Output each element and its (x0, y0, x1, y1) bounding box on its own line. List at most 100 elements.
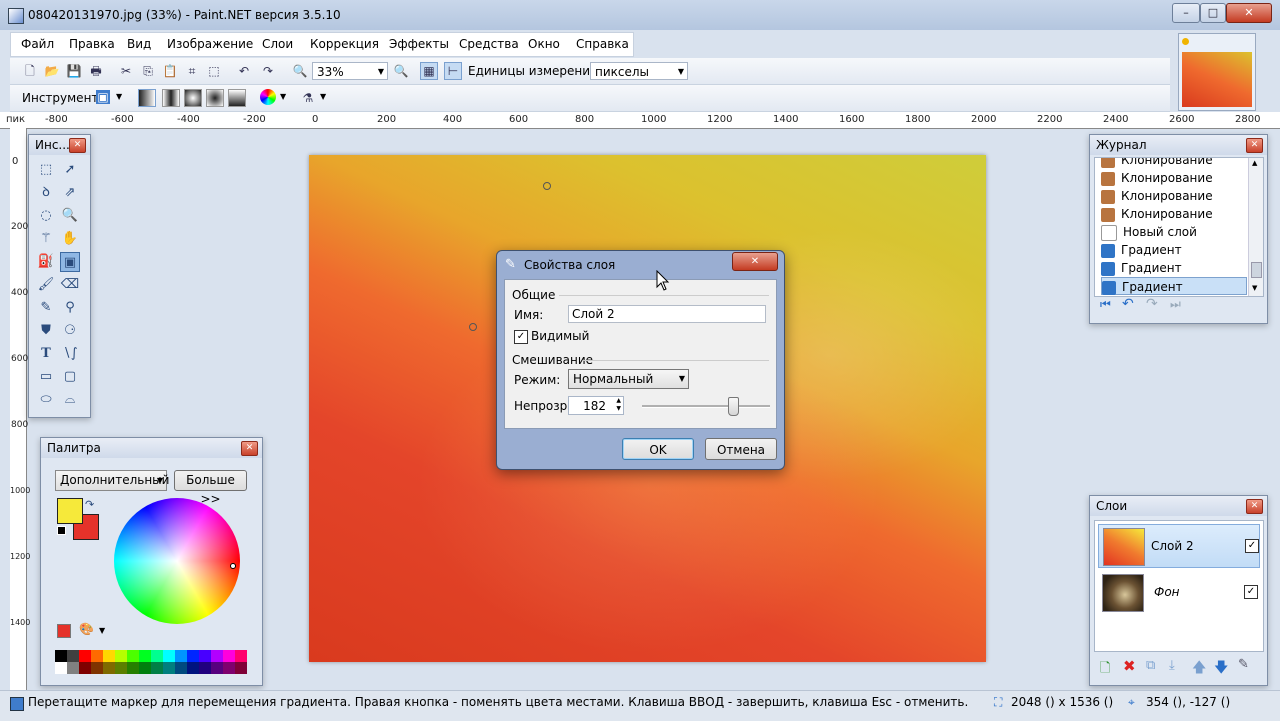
minimize-button[interactable]: – (1172, 3, 1200, 23)
move-up-icon[interactable]: 🡅 (1192, 657, 1206, 681)
palette-swatch[interactable] (235, 662, 247, 674)
rewind-icon[interactable]: ⏮ (1100, 297, 1111, 312)
palette-swatch[interactable] (175, 650, 187, 662)
recolor-icon[interactable]: ⚆ (60, 321, 80, 341)
redo-icon[interactable]: ↷ (1146, 296, 1158, 312)
duplicate-layer-icon[interactable]: ⧉ (1146, 658, 1155, 673)
grid-icon[interactable]: ▦ (420, 62, 438, 80)
opacity-spinner[interactable]: 182 ▲ ▼ (568, 396, 624, 415)
palette-swatch[interactable] (67, 662, 79, 674)
palette-swatch[interactable] (79, 650, 91, 662)
palette-swatch[interactable] (163, 650, 175, 662)
ellipse-select-icon[interactable]: ◌ (36, 206, 56, 226)
copy-icon[interactable]: ⎘ (140, 63, 156, 79)
layer-visible-checkbox[interactable]: ✓ (1244, 585, 1258, 599)
scroll-up-icon[interactable]: ▲ (1252, 159, 1257, 167)
zoom-in-icon[interactable]: 🔍 (393, 63, 409, 79)
gradient-icon[interactable]: ▣ (60, 252, 80, 272)
undo-icon[interactable]: ↶ (1122, 296, 1134, 312)
text-icon[interactable]: T (36, 344, 56, 364)
palette-swatch[interactable] (139, 662, 151, 674)
radial-gradient-icon[interactable] (206, 89, 224, 107)
fast-forward-icon[interactable]: ⏭ (1170, 297, 1181, 312)
history-item[interactable]: Клонирование (1101, 158, 1247, 169)
save-icon[interactable]: 💾 (66, 63, 82, 79)
palette-swatch[interactable] (139, 650, 151, 662)
pencil-icon[interactable]: ✎ (36, 298, 56, 318)
opacity-slider-thumb[interactable] (728, 397, 739, 416)
scroll-down-icon[interactable]: ▼ (1252, 284, 1257, 292)
spinner-arrows-icon[interactable]: ▲ ▼ (616, 397, 621, 413)
reset-colors-icon[interactable] (57, 526, 66, 535)
deselect-icon[interactable]: ⬚ (206, 63, 222, 79)
print-icon[interactable]: 🖶 (88, 63, 104, 79)
merge-down-icon[interactable]: ⤓ (1169, 658, 1175, 673)
menu-effects[interactable]: Эффекты (389, 37, 449, 51)
menu-adjustments[interactable]: Коррекция (310, 37, 379, 51)
menu-layers[interactable]: Слои (262, 37, 293, 51)
rectangle-icon[interactable]: ▭ (36, 367, 56, 387)
menu-edit[interactable]: Правка (69, 37, 115, 51)
magic-wand-icon[interactable]: ⚚ (36, 229, 56, 249)
ok-button[interactable]: OK (622, 438, 694, 460)
zoom-icon[interactable]: 🔍 (60, 206, 80, 226)
chevron-down-icon[interactable]: ▼ (280, 92, 286, 101)
palette-swatch[interactable] (199, 650, 211, 662)
scrollbar-thumb[interactable] (1251, 262, 1262, 278)
palette-swatch[interactable] (91, 662, 103, 674)
rounded-rectangle-icon[interactable]: ▢ (60, 367, 80, 387)
rulers-icon[interactable]: ⊢ (444, 62, 462, 80)
palette-swatch[interactable] (91, 650, 103, 662)
new-file-icon[interactable]: 🗋 (22, 63, 38, 79)
layers-window-header[interactable]: Слои ✕ (1090, 496, 1267, 516)
palette-swatch[interactable] (199, 662, 211, 674)
add-layer-icon[interactable]: 🗋 (1100, 659, 1110, 681)
layer-properties-icon[interactable]: ✎ (1238, 657, 1249, 672)
chevron-down-icon[interactable]: ▼ (116, 92, 122, 101)
palette-swatch[interactable] (235, 650, 247, 662)
close-icon[interactable]: ✕ (732, 252, 778, 271)
palette-swatch[interactable] (67, 650, 79, 662)
palette-swatch[interactable] (211, 662, 223, 674)
color-picker-icon[interactable]: ⚲ (60, 298, 80, 318)
palette-window-header[interactable]: Палитра ✕ (41, 438, 262, 458)
history-item[interactable]: Градиент (1101, 241, 1247, 259)
palette-swatch[interactable] (115, 662, 127, 674)
tools-window-header[interactable]: Инс... ✕ (29, 135, 90, 155)
close-icon[interactable]: ✕ (241, 441, 258, 456)
gradient-handle-icon[interactable] (469, 323, 477, 331)
history-window-header[interactable]: Журнал ✕ (1090, 135, 1267, 155)
menu-window[interactable]: Окно (528, 37, 560, 51)
eraser-icon[interactable]: ⌫ (60, 275, 80, 295)
palette-swatch[interactable] (175, 662, 187, 674)
linear-gradient-icon[interactable] (138, 89, 156, 107)
history-scrollbar[interactable]: ▲ ▼ (1248, 158, 1263, 296)
cancel-button[interactable]: Отмена (705, 438, 777, 460)
gradient-tool-icon[interactable]: ▣ (96, 90, 110, 104)
line-curve-icon[interactable]: ∖∫ (60, 344, 80, 364)
layer-name-input[interactable] (568, 305, 766, 323)
palette-swatch[interactable] (223, 662, 235, 674)
zoom-out-icon[interactable]: 🔍 (292, 63, 308, 79)
color-mode-icon[interactable] (260, 89, 276, 105)
palette-swatch[interactable] (55, 662, 67, 674)
units-combo[interactable]: пикселы ▼ (590, 62, 688, 80)
history-item[interactable]: Клонирование (1101, 169, 1247, 187)
history-item[interactable]: Новый слой (1101, 223, 1247, 241)
layer-item[interactable]: Фон ✓ (1098, 571, 1260, 615)
blend-mode-combo[interactable]: Нормальный ▼ (568, 369, 689, 389)
chevron-down-icon[interactable]: ▼ (99, 626, 105, 635)
palette-swatch[interactable] (127, 650, 139, 662)
layer-visible-checkbox[interactable]: ✓ (1245, 539, 1259, 553)
paintbrush-icon[interactable]: 🖌 (36, 275, 56, 295)
pan-icon[interactable]: ✋ (60, 229, 80, 249)
opacity-slider-track[interactable] (642, 397, 770, 416)
palette-swatch[interactable] (103, 662, 115, 674)
palette-swatch[interactable] (223, 650, 235, 662)
conical-gradient-icon[interactable] (228, 89, 246, 107)
ellipse-icon[interactable]: ⬭ (36, 390, 56, 410)
menu-view[interactable]: Вид (127, 37, 151, 51)
lasso-select-icon[interactable]: ꝺ (36, 183, 56, 203)
primary-color[interactable] (57, 498, 83, 524)
image-thumbnail[interactable] (1178, 33, 1256, 111)
